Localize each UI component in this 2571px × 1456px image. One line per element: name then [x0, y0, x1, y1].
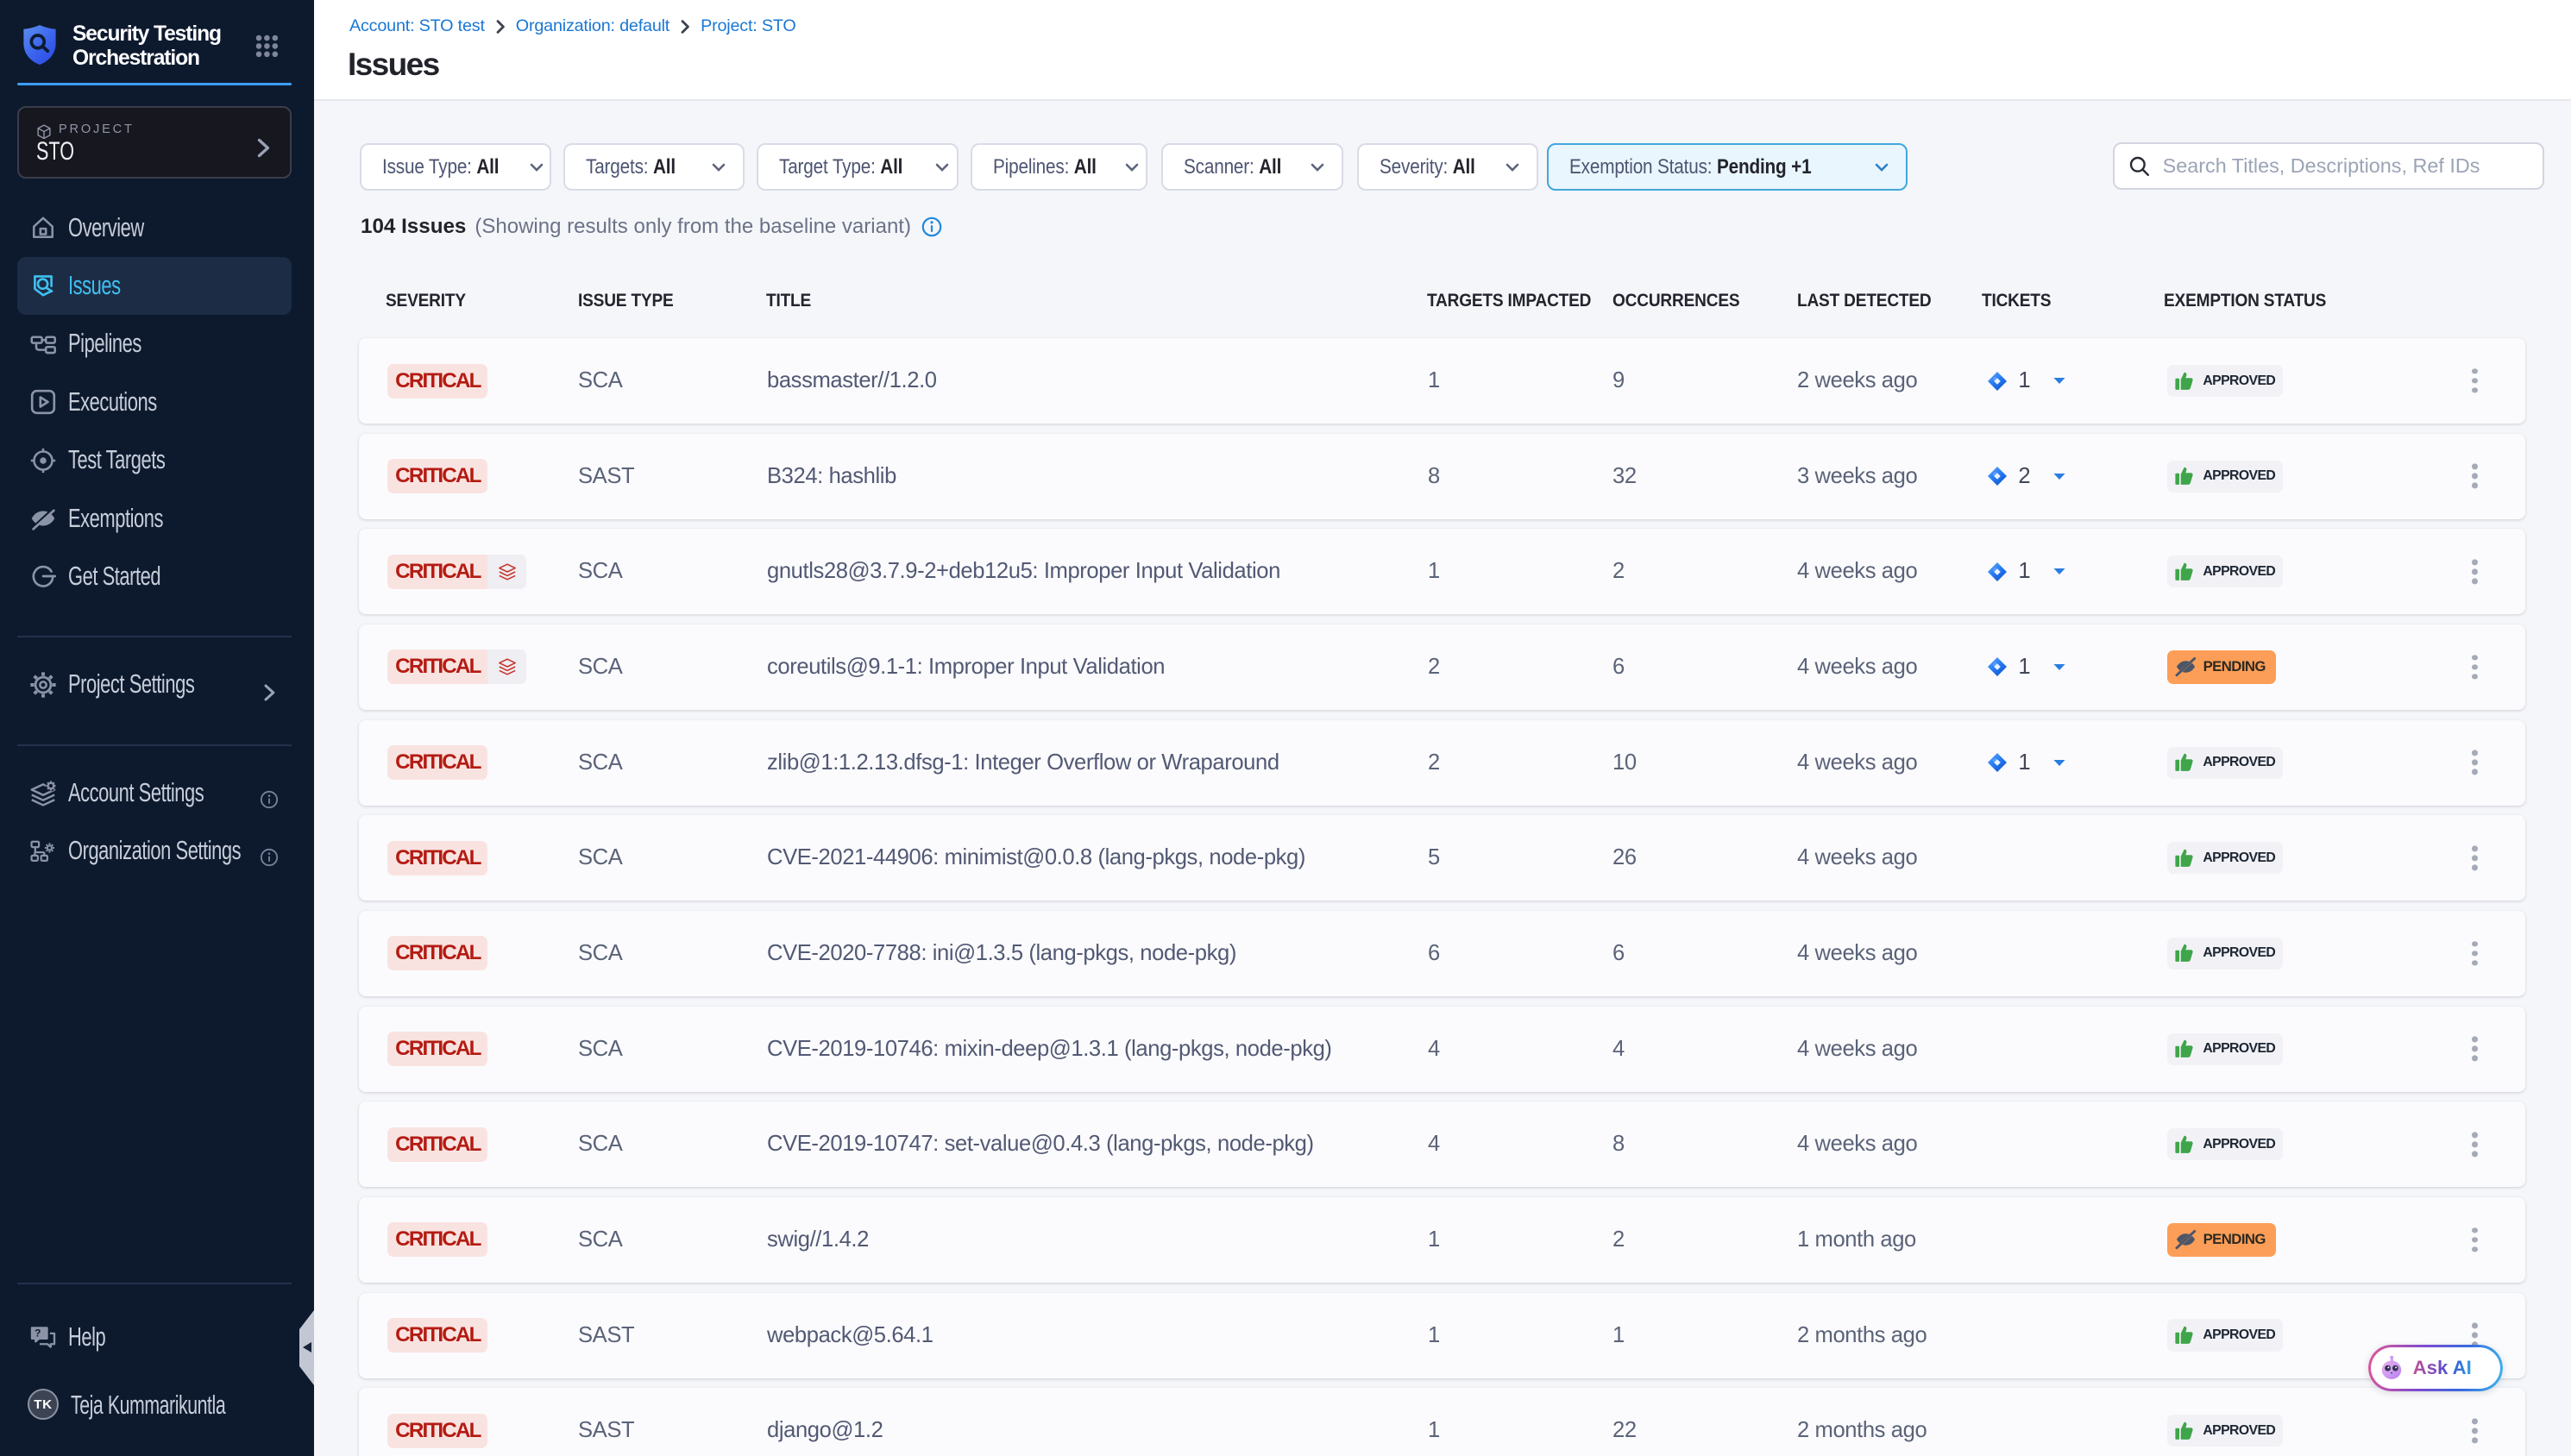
svg-text:?: ?: [35, 1327, 41, 1339]
